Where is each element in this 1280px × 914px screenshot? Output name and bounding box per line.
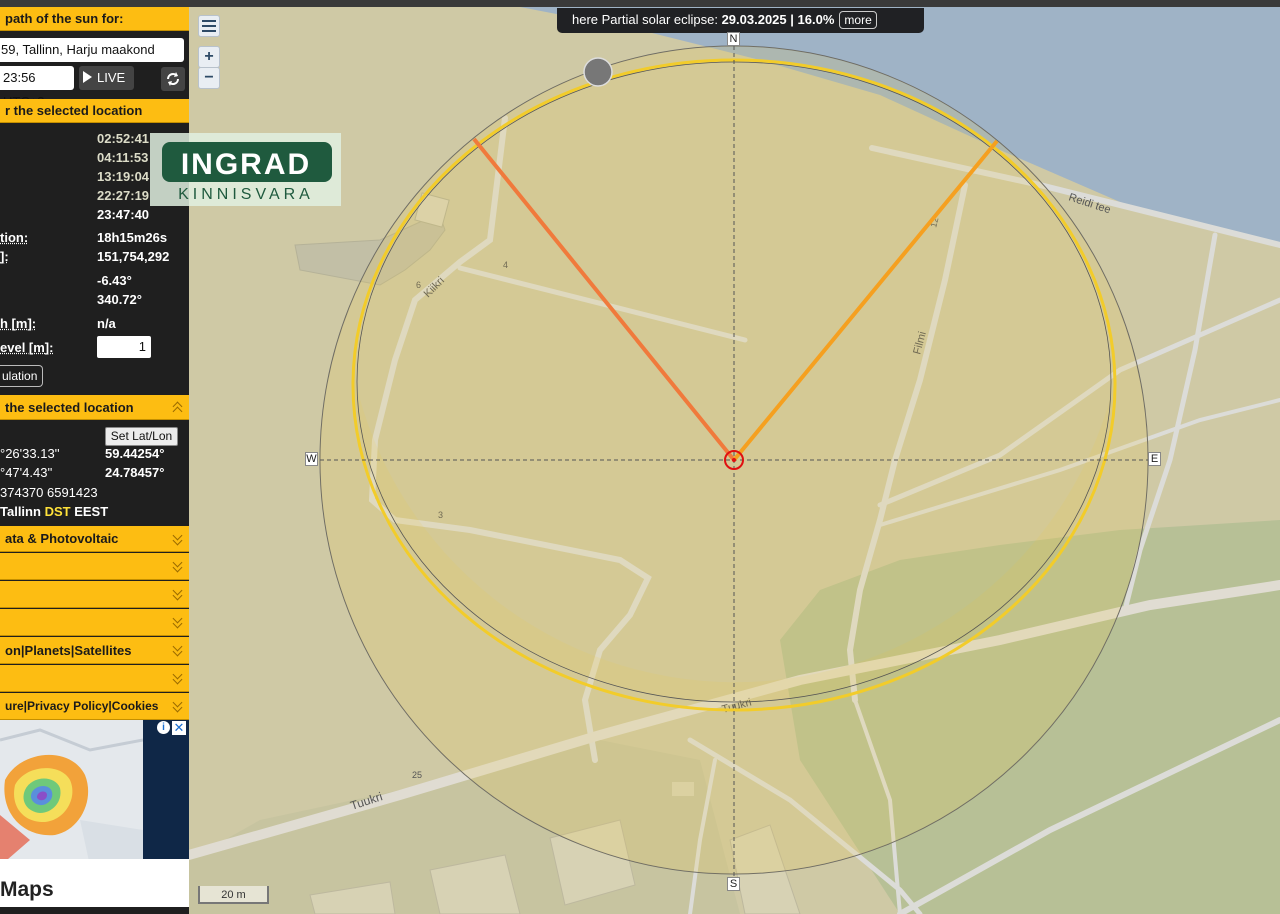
hamburger-icon: [202, 20, 216, 32]
section-privacy-title: ure|Privacy Policy|Cookies: [5, 699, 159, 713]
distance-label: ]:: [0, 249, 9, 264]
refresh-icon: [167, 72, 179, 86]
section-planets-satellites[interactable]: on|Planets|Satellites: [0, 637, 189, 664]
expand-down-icon: [172, 559, 183, 573]
section-collapsed-2[interactable]: [0, 553, 189, 580]
lon-decimal: 24.78457°: [105, 465, 165, 480]
sidebar-header-title: path of the sun for:: [5, 11, 124, 26]
lon-dms: °47'4.43'': [0, 465, 53, 480]
section-collapsed-4[interactable]: [0, 609, 189, 636]
eclipse-prefix: here Partial solar eclipse:: [572, 12, 722, 27]
logo-line1: INGRAD: [181, 148, 311, 181]
lat-decimal: 59.44254°: [105, 446, 165, 461]
section-planets-title: on|Planets|Satellites: [5, 642, 132, 658]
logo-line2: KINNISVARA: [178, 186, 314, 203]
play-icon: [83, 71, 92, 83]
timezone-row: Tallinn DST EEST: [0, 504, 108, 519]
scale-bar: 20 m: [198, 886, 269, 904]
ad-info-icon[interactable]: i: [157, 721, 170, 734]
time-input[interactable]: 23:56 UTC+3: [0, 66, 74, 109]
expand-down-icon: [172, 643, 183, 657]
sun-position-marker: [583, 57, 613, 87]
map-canvas[interactable]: Reidi tee Kiikri Filmi Tuukri Tuukri 6 4…: [189, 7, 1280, 914]
ad-panel: [143, 720, 189, 866]
compass-north: N: [727, 32, 740, 46]
compass-south: S: [727, 877, 740, 891]
advertisement[interactable]: i ✕: [0, 720, 189, 866]
azimuth-value: 340.72°: [97, 292, 142, 307]
utm-coordinates: 374370 6591423: [0, 485, 98, 500]
ad-map-image: [0, 720, 144, 866]
duration-label: tion:: [0, 230, 29, 245]
set-latlon-button[interactable]: Set Lat/Lon: [105, 427, 178, 446]
section-collapsed-6[interactable]: [0, 665, 189, 692]
section-times-title: r the selected location: [5, 103, 143, 118]
eclipse-date: 29.03.2025: [721, 12, 787, 27]
compass-east: E: [1148, 452, 1161, 466]
lat-dms: °26'33.13'': [0, 446, 60, 461]
eclipse-banner: here Partial solar eclipse: 29.03.2025 |…: [557, 8, 924, 33]
eclipse-separator: |: [786, 12, 798, 27]
sidebar-header: path of the sun for:: [0, 7, 189, 31]
section-photovoltaic-title: ata & Photovoltaic: [5, 531, 119, 546]
distance-value: 151,754,292: [97, 249, 170, 264]
expand-down-icon: [172, 699, 183, 713]
menu-button[interactable]: [198, 15, 220, 37]
altitude-value: -6.43°: [97, 273, 132, 288]
address-input[interactable]: 59, Tallinn, Harju maakond: [0, 38, 184, 62]
live-button[interactable]: LIVE: [79, 66, 134, 90]
time-value-4: 22:27:19: [97, 188, 150, 203]
level-input[interactable]: 1: [97, 336, 151, 358]
house-number-25: 25: [412, 770, 422, 780]
section-location-title: the selected location: [5, 399, 134, 415]
time-value-2: 04:11:53: [97, 150, 149, 165]
section-privacy[interactable]: ure|Privacy Policy|Cookies: [0, 693, 189, 720]
timezone-abbr: EEST: [74, 504, 109, 519]
timezone-dst: DST: [44, 504, 71, 519]
expand-down-icon: [172, 587, 183, 601]
window-top-bar: [0, 0, 1280, 7]
section-collapsed-3[interactable]: [0, 581, 189, 608]
expand-down-icon: [172, 532, 183, 546]
eclipse-more-button[interactable]: more: [839, 11, 877, 29]
company-logo[interactable]: INGRAD KINNISVARA: [150, 133, 341, 206]
ad-heatmap-graphic: [0, 720, 144, 866]
expand-down-icon: [172, 671, 183, 685]
section-photovoltaic[interactable]: ata & Photovoltaic: [0, 526, 189, 552]
ingrad-logo-graphic: INGRAD KINNISVARA: [162, 142, 332, 203]
shadow-value: n/a: [97, 316, 116, 331]
zoom-out-button[interactable]: −: [198, 67, 220, 89]
location-marker-dot: [732, 458, 736, 462]
ad-close-icon[interactable]: ✕: [172, 721, 186, 735]
duration-value: 18h15m26s: [97, 230, 168, 245]
section-times-header[interactable]: r the selected location: [0, 99, 189, 123]
time-value-1: 02:52:41: [97, 131, 150, 146]
time-value-3: 13:19:04: [97, 169, 150, 184]
compass-west: W: [305, 452, 318, 466]
zoom-in-button[interactable]: +: [198, 46, 220, 68]
shadow-label: h [m]:: [0, 316, 37, 331]
section-location-header[interactable]: the selected location: [0, 395, 189, 420]
ad-footer-text[interactable]: Maps: [0, 859, 189, 907]
calculation-button[interactable]: ulation: [0, 365, 43, 387]
timezone-city: Tallinn: [0, 504, 41, 519]
refresh-button[interactable]: [161, 67, 185, 91]
live-label: LIVE: [97, 70, 126, 85]
level-label: evel [m]:: [0, 340, 54, 355]
collapse-up-icon: [172, 400, 183, 414]
time-value-5: 23:47:40: [97, 207, 150, 222]
expand-down-icon: [172, 615, 183, 629]
eclipse-percent: 16.0%: [797, 12, 835, 27]
map-view[interactable]: Reidi tee Kiikri Filmi Tuukri Tuukri 6 4…: [189, 7, 1280, 914]
